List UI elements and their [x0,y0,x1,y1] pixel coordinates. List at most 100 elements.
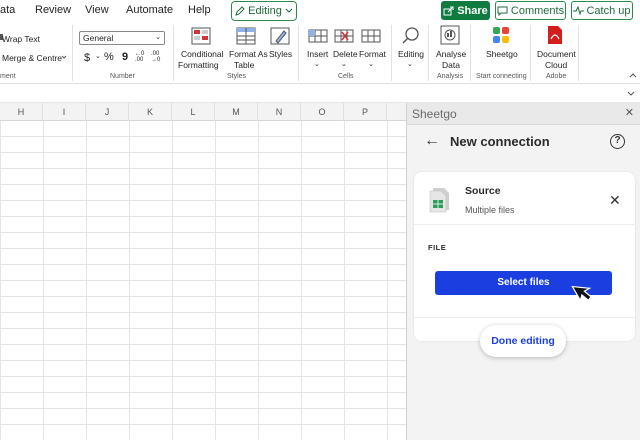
analysis-group-label: Analysis [437,73,464,80]
chevron-down-icon [61,55,67,59]
share-icon [443,6,454,15]
share-button[interactable]: Share [441,1,490,20]
start-connecting-group-label: Start connecting [476,73,527,80]
divider [414,224,635,225]
chevron-down-icon: ⌄ [314,61,320,68]
comments-button[interactable]: Comments [495,1,566,20]
column-header-n[interactable]: N [258,103,301,121]
comma-style-button[interactable]: 9 [122,51,128,63]
percent-button[interactable]: % [104,51,114,63]
divider [298,25,299,81]
number-format-select[interactable]: General ⌄ [79,31,165,45]
document-cloud-label-2: Cloud [545,60,568,70]
tab-automate[interactable]: Automate [126,4,173,16]
chevron-down-icon: ⌄ [341,61,347,68]
chevron-down-icon: ⌄ [95,53,101,60]
formula-bar[interactable] [0,85,640,103]
cell-styles-icon[interactable] [270,27,290,45]
column-header-h[interactable]: H [0,103,43,121]
editing-mode-button[interactable]: Editing [231,1,297,21]
conditional-formatting-label: Conditional [181,49,224,59]
format-label: Format [359,49,386,59]
tab-review[interactable]: Review [35,4,71,16]
comment-icon [497,6,508,16]
tab-help[interactable]: Help [188,4,211,16]
comments-label: Comments [510,4,565,17]
format-cells-icon[interactable] [361,27,381,45]
remove-source-icon[interactable]: ✕ [609,192,621,209]
sheetgo-panel: Sheetgo ✕ ← New connection ? Source Mult… [406,103,640,440]
done-editing-button[interactable]: Done editing [480,325,566,357]
column-headers: H I J K L M N O P [0,103,406,121]
document-cloud-label: Document [537,49,576,59]
tab-view[interactable]: View [85,4,109,16]
insert-cells-icon[interactable] [308,27,328,45]
chevron-down-icon: ⌄ [368,61,374,68]
ribbon: Wrap Text Merge & Centre ment General ⌄ … [0,22,640,84]
share-label: Share [457,4,488,17]
panel-app-title: Sheetgo [412,107,457,121]
source-card: Source Multiple files ✕ FILE Select file… [414,172,635,341]
adobe-group-label: Adobe [546,73,567,80]
cell-area[interactable] [0,121,406,440]
catch-up-label: Catch up [586,4,631,17]
divider [173,25,174,81]
panel-header: Sheetgo ✕ [407,103,640,125]
collapse-ribbon-icon[interactable] [629,72,637,78]
currency-button[interactable]: $ [84,52,90,64]
insert-label: Insert [307,49,329,59]
spreadsheet-file-icon [429,188,449,213]
activity-icon [573,6,585,15]
cells-group-label: Cells [338,73,354,80]
format-as-table-label: Format As [229,49,268,59]
column-header-j[interactable]: J [86,103,129,121]
analyse-data-icon[interactable] [440,25,460,45]
format-as-table-label-2: Table [234,60,255,70]
chevron-down-icon: ⌄ [155,34,161,41]
analyse-data-label-2: Data [442,60,460,70]
sheetgo-button-label: Sheetgo [486,49,518,59]
merge-centre-button[interactable]: Merge & Centre [2,53,62,63]
styles-label: Styles [269,49,293,59]
search-icon[interactable] [401,26,421,46]
number-group-label: Number [110,73,135,80]
divider [391,25,392,81]
divider [578,25,579,81]
divider [72,25,73,81]
tab-data[interactable]: ata [0,4,15,16]
column-header-i[interactable]: I [43,103,86,121]
spreadsheet-grid[interactable]: H I J K L M N O P [0,103,406,440]
column-header-m[interactable]: M [215,103,258,121]
help-icon[interactable]: ? [610,134,625,149]
delete-cells-icon[interactable] [334,27,354,45]
editing-label: Editing [398,49,424,59]
divider [428,25,429,81]
sheetgo-logo-icon[interactable] [491,25,511,45]
delete-label: Delete [333,49,358,59]
conditional-formatting-icon[interactable] [191,27,211,45]
column-header-o[interactable]: O [301,103,344,121]
close-panel-icon[interactable]: ✕ [625,106,634,119]
adobe-pdf-icon[interactable] [545,25,565,45]
expand-formula-bar-icon[interactable] [627,91,635,97]
increase-decimal-button[interactable]: ←0 .00 [135,51,147,63]
column-header-p[interactable]: P [344,103,387,121]
ribbon-tab-bar: ata Review View Automate Help Editing Sh… [0,0,640,22]
back-arrow-icon[interactable]: ← [424,132,440,150]
source-title: Source [465,185,501,197]
pencil-icon [235,6,245,16]
column-header-k[interactable]: K [129,103,172,121]
wrap-text-button[interactable]: Wrap Text [2,34,40,44]
file-section-label: FILE [428,243,447,252]
alignment-group-label: ment [0,73,16,80]
format-as-table-icon[interactable] [236,27,256,45]
source-subtitle: Multiple files [465,205,515,215]
mouse-pointer-icon [571,285,592,302]
decrease-decimal-button[interactable]: .00 →0 [151,51,163,63]
divider [414,317,635,318]
page-title: New connection [450,134,550,149]
divider [470,25,471,81]
divider [530,25,531,81]
catch-up-button[interactable]: Catch up [571,1,633,20]
column-header-l[interactable]: L [172,103,215,121]
